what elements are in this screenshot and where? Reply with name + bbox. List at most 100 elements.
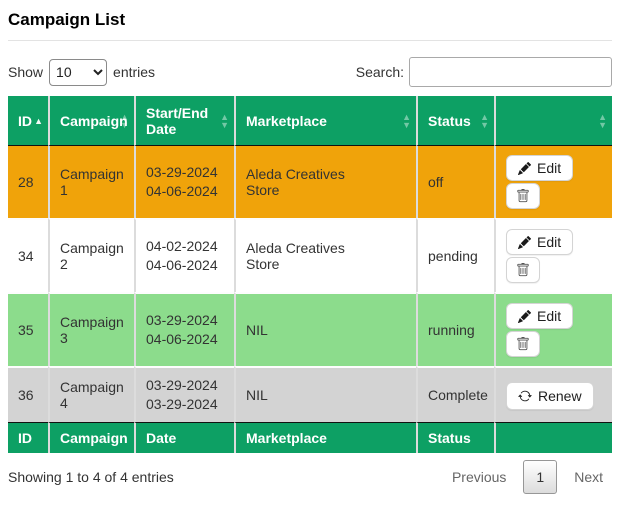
edit-button[interactable]: Edit <box>506 155 573 181</box>
table-info-row: Showing 1 to 4 of 4 entries Previous 1 N… <box>8 460 612 500</box>
footer-row: IDCampaignDateMarketplaceStatus <box>8 422 612 453</box>
pagination: Previous 1 Next <box>443 460 612 494</box>
campaign-table: ID▲Campaign▲▼Start/End Date▲▼Marketplace… <box>8 96 612 453</box>
campaign-list-page: Campaign List Show 10 entries Search: ID… <box>0 0 620 500</box>
table-head: ID▲Campaign▲▼Start/End Date▲▼Marketplace… <box>8 96 612 146</box>
title-divider <box>8 40 612 41</box>
column-header-actions[interactable]: ▲▼ <box>494 96 612 146</box>
end-date: 04-06-2024 <box>146 182 224 201</box>
cell-marketplace: Aleda Creatives Store <box>234 146 416 218</box>
cell-status: off <box>416 146 494 218</box>
table-row: 36Campaign 403-29-202403-29-2024NILCompl… <box>8 366 612 422</box>
marketplace-text: Aleda Creatives Store <box>246 166 358 198</box>
footer-column-id: ID <box>8 422 48 453</box>
end-date: 03-29-2024 <box>146 395 224 414</box>
marketplace-text: Aleda Creatives Store <box>246 240 358 272</box>
cell-status: running <box>416 292 494 366</box>
delete-button[interactable] <box>506 257 540 283</box>
end-date: 04-06-2024 <box>146 256 224 275</box>
cell-date: 04-02-202404-06-2024 <box>134 218 234 292</box>
pencil-icon <box>518 162 531 175</box>
entries-label: entries <box>113 64 155 80</box>
trash-icon <box>516 337 530 351</box>
sort-arrows-icon: ▲▼ <box>598 113 607 129</box>
pencil-icon <box>518 310 531 323</box>
cell-marketplace: NIL <box>234 292 416 366</box>
edit-button-label: Edit <box>537 308 561 324</box>
footer-column-status: Status <box>416 422 494 453</box>
cell-actions: Edit <box>494 218 612 292</box>
column-header-label: Campaign <box>60 113 128 129</box>
cell-actions: Edit <box>494 146 612 218</box>
column-header-label: Marketplace <box>246 113 327 129</box>
column-header-label: Status <box>428 113 471 129</box>
start-date: 03-29-2024 <box>146 163 224 182</box>
cell-id: 28 <box>8 146 48 218</box>
footer-column-date: Date <box>134 422 234 453</box>
row-actions: Edit <box>506 228 602 284</box>
trash-icon <box>516 189 530 203</box>
page-number-button[interactable]: 1 <box>523 460 557 494</box>
sort-arrows-icon: ▲▼ <box>402 113 411 129</box>
edit-button[interactable]: Edit <box>506 303 573 329</box>
table-foot: IDCampaignDateMarketplaceStatus <box>8 422 612 453</box>
start-date: 03-29-2024 <box>146 311 224 330</box>
cell-actions: Edit <box>494 292 612 366</box>
footer-column-campaign: Campaign <box>48 422 134 453</box>
edit-button-label: Edit <box>537 234 561 250</box>
cell-date: 03-29-202404-06-2024 <box>134 292 234 366</box>
renew-button-label: Renew <box>538 388 582 404</box>
cell-date: 03-29-202404-06-2024 <box>134 146 234 218</box>
cell-campaign: Campaign 3 <box>48 292 134 366</box>
showing-entries-info: Showing 1 to 4 of 4 entries <box>8 469 174 485</box>
start-date: 04-02-2024 <box>146 237 224 256</box>
footer-column-marketplace: Marketplace <box>234 422 416 453</box>
cell-marketplace: NIL <box>234 366 416 422</box>
page-title: Campaign List <box>8 10 612 30</box>
page-length-select[interactable]: 10 <box>49 59 107 86</box>
cell-id: 36 <box>8 366 48 422</box>
show-label: Show <box>8 64 43 80</box>
table-body: 28Campaign 103-29-202404-06-2024Aleda Cr… <box>8 146 612 422</box>
row-actions: Edit <box>506 154 602 210</box>
column-header-marketplace[interactable]: Marketplace ▲▼ <box>234 96 416 146</box>
column-header-id[interactable]: ID▲ <box>8 96 48 146</box>
edit-button-label: Edit <box>537 160 561 176</box>
sort-arrows-icon: ▲▼ <box>220 113 229 129</box>
footer-column-actions <box>494 422 612 453</box>
page-length-control: Show 10 entries <box>8 59 155 86</box>
table-row: 35Campaign 303-29-202404-06-2024NILrunni… <box>8 292 612 366</box>
trash-icon <box>516 263 530 277</box>
search-input[interactable] <box>409 57 612 87</box>
cell-id: 35 <box>8 292 48 366</box>
column-header-label: Start/End Date <box>146 105 208 137</box>
table-row: 34Campaign 204-02-202404-06-2024Aleda Cr… <box>8 218 612 292</box>
row-actions: Edit <box>506 302 602 358</box>
cell-campaign: Campaign 4 <box>48 366 134 422</box>
column-header-label: ID <box>18 113 32 129</box>
column-header-status[interactable]: Status▲▼ <box>416 96 494 146</box>
delete-button[interactable] <box>506 183 540 209</box>
marketplace-text: NIL <box>246 387 358 403</box>
row-actions: Renew <box>506 379 602 411</box>
next-page-button[interactable]: Next <box>565 461 612 493</box>
header-row: ID▲Campaign▲▼Start/End Date▲▼Marketplace… <box>8 96 612 146</box>
edit-button[interactable]: Edit <box>506 229 573 255</box>
table-controls: Show 10 entries Search: <box>8 57 612 87</box>
sort-arrows-icon: ▲▼ <box>120 113 129 129</box>
sort-arrows-icon: ▲ <box>34 117 43 125</box>
end-date: 04-06-2024 <box>146 330 224 349</box>
cell-marketplace: Aleda Creatives Store <box>234 218 416 292</box>
column-header-campaign[interactable]: Campaign▲▼ <box>48 96 134 146</box>
previous-page-button[interactable]: Previous <box>443 461 515 493</box>
renew-button[interactable]: Renew <box>506 382 594 410</box>
delete-button[interactable] <box>506 331 540 357</box>
marketplace-text: NIL <box>246 322 358 338</box>
refresh-icon <box>518 389 532 403</box>
cell-status: Complete <box>416 366 494 422</box>
column-header-start-end-date[interactable]: Start/End Date ▲▼ <box>134 96 234 146</box>
start-date: 03-29-2024 <box>146 376 224 395</box>
search-control: Search: <box>356 57 612 87</box>
cell-status: pending <box>416 218 494 292</box>
cell-date: 03-29-202403-29-2024 <box>134 366 234 422</box>
